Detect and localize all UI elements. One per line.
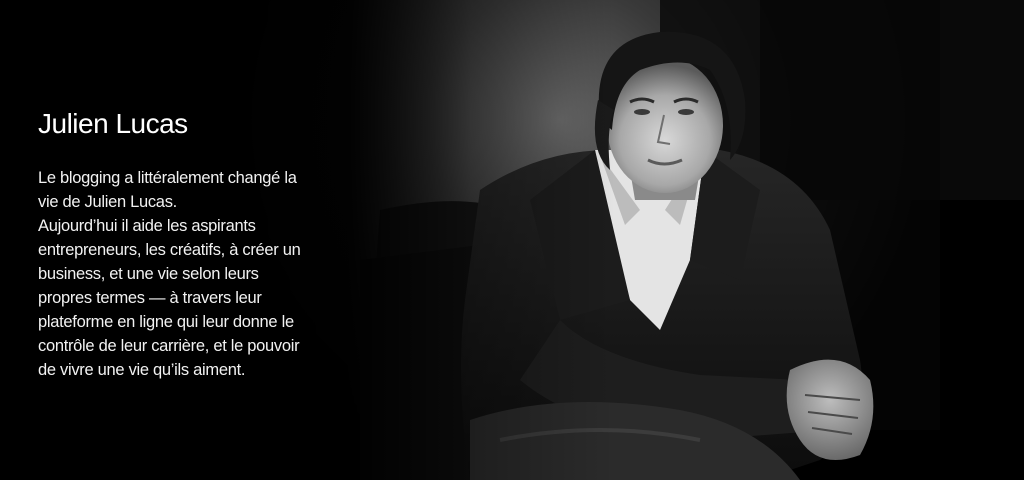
bio-block: Julien Lucas Le blogging a littéralement… xyxy=(38,104,378,382)
bio-text: Le blogging a littéralement changé la vi… xyxy=(38,166,378,382)
bio-line: plateforme en ligne qui leur donne le xyxy=(38,313,294,331)
bio-line: vie de Julien Lucas. xyxy=(38,193,177,211)
bio-line: business, et une vie selon leurs xyxy=(38,265,259,283)
bio-line: propres termes — à travers leur xyxy=(38,289,262,307)
bio-line: Aujourd’hui il aide les aspirants xyxy=(38,217,256,235)
hero-banner: Julien Lucas Le blogging a littéralement… xyxy=(0,0,1024,480)
bio-line: de vivre une vie qu’ils aiment. xyxy=(38,361,246,379)
bio-line: contrôle de leur carrière, et le pouvoir xyxy=(38,337,300,355)
bio-line: Le blogging a littéralement changé la xyxy=(38,169,297,187)
person-name-title: Julien Lucas xyxy=(38,108,188,139)
bio-line: entrepreneurs, les créatifs, à créer un xyxy=(38,241,301,259)
